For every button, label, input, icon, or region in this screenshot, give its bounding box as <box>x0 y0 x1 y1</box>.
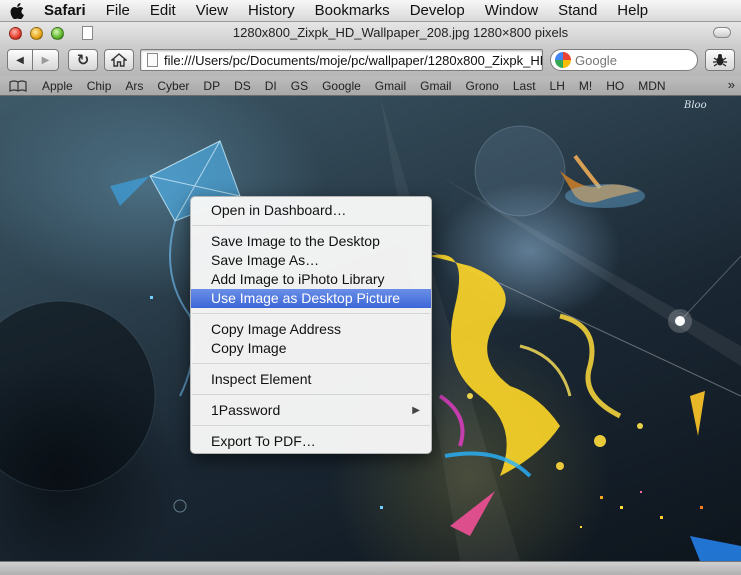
bookmark-last[interactable]: Last <box>506 79 543 93</box>
bookmark-dp[interactable]: DP <box>196 79 227 93</box>
forward-button[interactable]: ▶ <box>33 49 59 71</box>
menu-item-label: Open in Dashboard… <box>211 202 347 218</box>
extension-button[interactable] <box>705 49 735 71</box>
bookmark-gs[interactable]: GS <box>284 79 315 93</box>
bookmark-chip[interactable]: Chip <box>80 79 119 93</box>
minimize-button[interactable] <box>30 26 43 40</box>
reading-list-book-icon[interactable] <box>9 79 27 92</box>
forward-arrow-icon: ▶ <box>41 54 50 66</box>
menu-item-label: Inspect Element <box>211 371 312 387</box>
bookmark-cyber[interactable]: Cyber <box>150 79 196 93</box>
menu-stand[interactable]: Stand <box>548 0 607 22</box>
home-button[interactable] <box>104 49 134 71</box>
bookmarks-overflow-button[interactable]: » <box>728 77 735 92</box>
context-menu: Open in Dashboard… Save Image to the Desk… <box>190 196 432 454</box>
bookmark-apple[interactable]: Apple <box>35 79 80 93</box>
url-field[interactable] <box>164 52 542 68</box>
zoom-button[interactable] <box>51 26 64 40</box>
bookmark-ds[interactable]: DS <box>227 79 258 93</box>
menu-help[interactable]: Help <box>607 0 658 22</box>
menu-item-copy-image-address[interactable]: Copy Image Address <box>191 320 431 339</box>
bookmark-ars[interactable]: Ars <box>118 79 150 93</box>
bookmark-gmail[interactable]: Gmail <box>368 79 413 93</box>
menu-edit[interactable]: Edit <box>140 0 186 22</box>
menu-history[interactable]: History <box>238 0 305 22</box>
menu-item-1password[interactable]: 1Password ▶ <box>191 401 431 420</box>
menu-bar: Safari File Edit View History Bookmarks Develo… <box>0 0 741 22</box>
apple-menu[interactable] <box>0 2 34 19</box>
menu-item-label: Save Image As… <box>211 252 320 268</box>
window-controls <box>9 26 64 40</box>
menu-separator <box>192 394 430 395</box>
address-bar[interactable] <box>140 49 543 71</box>
menu-item-label: Add Image to iPhoto Library <box>211 271 385 287</box>
bookmark-lh[interactable]: LH <box>543 79 572 93</box>
apple-icon <box>10 2 24 19</box>
bookmark-grono[interactable]: Grono <box>458 79 505 93</box>
bookmarks-bar: Apple Chip Ars Cyber DP DS DI GS Google Gmail Gmai… <box>0 76 741 96</box>
submenu-arrow-icon: ▶ <box>412 405 420 416</box>
back-button[interactable]: ◀ <box>7 49 33 71</box>
page-icon <box>147 53 158 67</box>
menu-item-export-to-pdf[interactable]: Export To PDF… <box>191 432 431 451</box>
menu-item-add-image-to-iphoto-library[interactable]: Add Image to iPhoto Library <box>191 270 431 289</box>
menu-window[interactable]: Window <box>475 0 548 22</box>
menu-item-use-image-as-desktop-picture[interactable]: Use Image as Desktop Picture <box>191 289 431 308</box>
document-icon <box>82 26 93 40</box>
reload-button[interactable]: ↻ <box>68 49 98 71</box>
menu-file[interactable]: File <box>96 0 140 22</box>
menu-separator <box>192 363 430 364</box>
google-icon <box>555 52 571 68</box>
bookmark-gmail[interactable]: Gmail <box>413 79 458 93</box>
browser-toolbar: ◀ ▶ ↻ <box>0 44 741 76</box>
status-bar <box>0 561 741 575</box>
menu-develop[interactable]: Develop <box>400 0 475 22</box>
bookmark-di[interactable]: DI <box>258 79 284 93</box>
search-box[interactable] <box>550 49 698 71</box>
menu-separator <box>192 425 430 426</box>
bookmark-google[interactable]: Google <box>315 79 368 93</box>
menu-item-label: Copy Image Address <box>211 321 341 337</box>
search-input[interactable] <box>575 52 697 68</box>
menu-item-label: Copy Image <box>211 340 287 356</box>
menu-item-save-image-as[interactable]: Save Image As… <box>191 251 431 270</box>
back-arrow-icon: ◀ <box>16 54 24 66</box>
menu-separator <box>192 313 430 314</box>
reload-icon: ↻ <box>76 52 90 69</box>
bookmark-m[interactable]: M! <box>572 79 599 93</box>
bug-icon <box>713 54 727 67</box>
artist-signature-watermark: Bloo <box>684 100 707 111</box>
window-title-bar: 1280x800_Zixpk_HD_Wallpaper_208.jpg 1280… <box>0 22 741 44</box>
menu-item-label: Save Image to the Desktop <box>211 233 380 249</box>
close-button[interactable] <box>9 26 22 40</box>
menu-separator <box>192 225 430 226</box>
menu-bookmarks[interactable]: Bookmarks <box>305 0 400 22</box>
menu-item-label: Export To PDF… <box>211 433 316 449</box>
bookmark-ho[interactable]: HO <box>599 79 631 93</box>
menu-item-save-image-to-the-desktop[interactable]: Save Image to the Desktop <box>191 232 431 251</box>
home-icon <box>111 53 127 67</box>
menu-item-open-in-dashboard[interactable]: Open in Dashboard… <box>191 201 431 220</box>
menu-item-inspect-element[interactable]: Inspect Element <box>191 370 431 389</box>
menu-item-copy-image[interactable]: Copy Image <box>191 339 431 358</box>
window-title: 1280x800_Zixpk_HD_Wallpaper_208.jpg 1280… <box>232 25 569 40</box>
menu-view[interactable]: View <box>186 0 238 22</box>
menu-safari[interactable]: Safari <box>34 0 96 22</box>
bookmark-mdn[interactable]: MDN <box>631 79 672 93</box>
menu-item-label: Use Image as Desktop Picture <box>211 290 401 306</box>
toolbar-toggle-button[interactable] <box>713 27 731 38</box>
menu-item-label: 1Password <box>211 402 281 418</box>
